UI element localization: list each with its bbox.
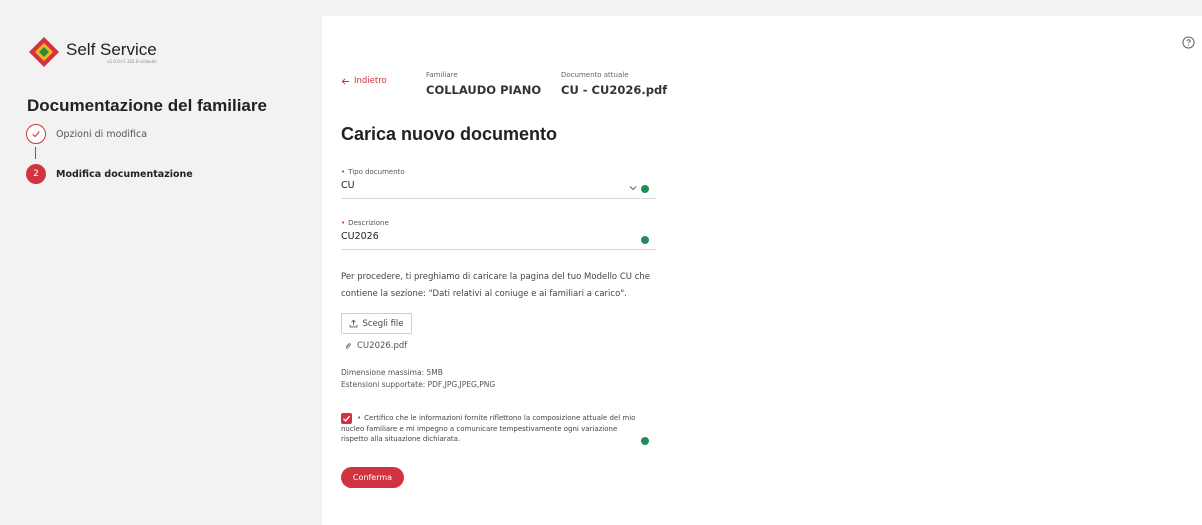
sidebar-title: Documentazione del familiare	[27, 96, 267, 115]
tipo-documento-label: Tipo documento	[348, 168, 405, 176]
descrizione-label: Descrizione	[348, 219, 389, 227]
back-label: Indietro	[354, 76, 387, 86]
step-connector	[35, 147, 36, 159]
arrow-left-icon	[341, 77, 350, 85]
documento-label: Documento attuale	[561, 71, 629, 79]
extensions-text: Estensioni supportate: PDF,JPG,JPEG,PNG	[341, 380, 496, 389]
top-bar	[0, 0, 1202, 16]
check-icon	[32, 131, 40, 138]
upload-icon	[350, 319, 358, 328]
file-name: CU2026.pdf	[357, 341, 408, 351]
step-label: Modifica documentazione	[56, 168, 193, 180]
tipo-documento-value: CU	[341, 180, 355, 191]
app-name: Self Service	[66, 40, 157, 59]
success-icon	[641, 236, 649, 244]
choose-file-label: Scegli file	[362, 318, 404, 329]
choose-file-button[interactable]: Scegli file	[341, 313, 412, 334]
chevron-down-icon[interactable]	[629, 185, 637, 191]
step-done-indicator	[26, 124, 46, 144]
upload-limits: Dimensione massima: 5MB Estensioni suppo…	[341, 367, 495, 391]
logo-icon	[29, 37, 59, 67]
app-logo[interactable]: Self Service v1.0.0+1.322.0-collaudo	[28, 36, 157, 68]
uploaded-file[interactable]: CU2026.pdf	[344, 341, 407, 351]
required-marker: •	[357, 414, 362, 422]
tipo-documento-select[interactable]: • Tipo documento CU	[341, 168, 656, 199]
success-icon	[641, 185, 649, 193]
required-marker: •	[341, 219, 346, 227]
upload-instruction: Per procedere, ti preghiamo di caricare …	[341, 272, 650, 299]
success-icon	[641, 437, 649, 445]
familiare-info: Familiare COLLAUDO PIANO	[426, 71, 541, 97]
app-version: v1.0.0+1.322.0-collaudo	[107, 59, 157, 64]
step-opzioni-di-modifica[interactable]: Opzioni di modifica	[26, 124, 147, 144]
sidebar: Self Service v1.0.0+1.322.0-collaudo Doc…	[0, 16, 322, 525]
descrizione-value: CU2026	[341, 231, 379, 242]
documento-attuale-info: Documento attuale CU - CU2026.pdf	[561, 71, 667, 97]
certification-text: • Certifico che le informazioni fornite r…	[341, 413, 641, 445]
step-modifica-documentazione: 2 Modifica documentazione	[26, 164, 193, 184]
paperclip-icon	[345, 342, 351, 349]
certification-checkbox[interactable]	[341, 413, 352, 424]
help-icon[interactable]	[1182, 36, 1195, 49]
required-marker: •	[341, 168, 346, 176]
confirm-button[interactable]: Conferma	[341, 467, 404, 488]
familiare-value: COLLAUDO PIANO	[426, 83, 542, 97]
step-label: Opzioni di modifica	[56, 128, 148, 140]
descrizione-field[interactable]: • Descrizione CU2026	[341, 219, 656, 250]
documento-value: CU - CU2026.pdf	[561, 83, 668, 97]
step-number: 2	[26, 164, 46, 184]
certification-label: Certifico che le informazioni fornite ri…	[341, 414, 636, 443]
check-icon	[342, 415, 351, 422]
max-size-text: Dimensione massima: 5MB	[341, 368, 443, 377]
page-title: Carica nuovo documento	[341, 124, 558, 144]
back-link[interactable]: Indietro	[341, 76, 387, 86]
familiare-label: Familiare	[426, 71, 458, 79]
